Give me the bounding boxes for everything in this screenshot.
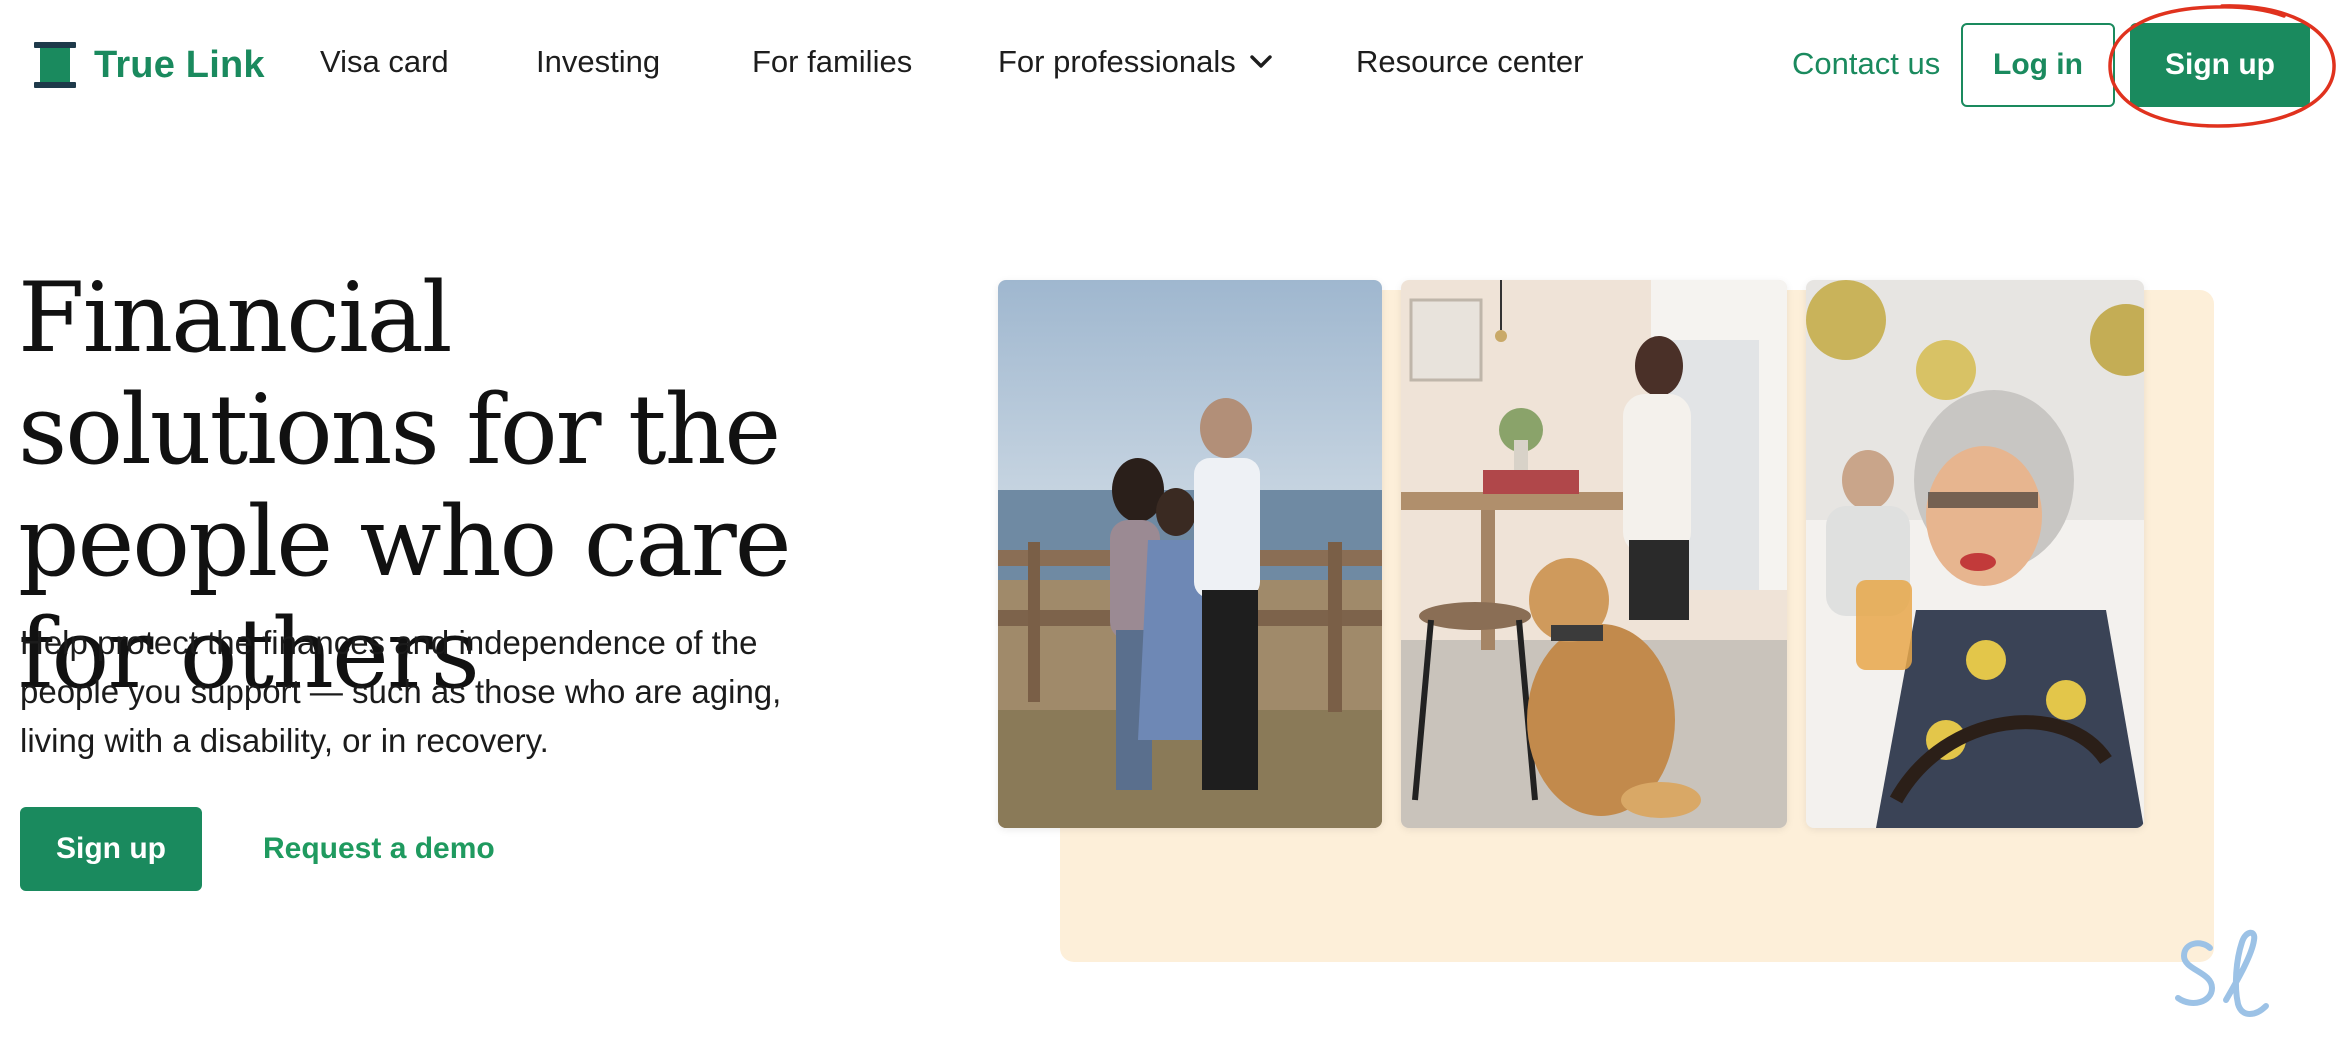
page: True Link Visa card Investing For famili… <box>0 0 2342 1058</box>
log-in-button[interactable]: Log in <box>1961 23 2115 107</box>
nav-link-for-professionals[interactable]: For professionals <box>998 44 1272 80</box>
nav-link-visa-card[interactable]: Visa card <box>320 44 449 80</box>
logo-link[interactable]: True Link <box>34 42 265 88</box>
sign-up-button-hero[interactable]: Sign up <box>20 807 202 891</box>
top-nav: True Link Visa card Investing For famili… <box>0 0 2342 132</box>
nav-link-resource-center[interactable]: Resource center <box>1356 44 1583 80</box>
brand-name: True Link <box>94 43 265 86</box>
chevron-down-icon <box>1250 55 1272 68</box>
hero-subtitle: Help protect the finances and independen… <box>20 624 782 759</box>
sign-up-button-nav[interactable]: Sign up <box>2130 23 2310 107</box>
request-demo-link[interactable]: Request a demo <box>263 832 495 866</box>
woman-guide-dog-photo <box>1401 280 1787 828</box>
older-woman-photo <box>1806 280 2144 828</box>
spool-logo-icon <box>34 42 76 88</box>
nav-link-for-families[interactable]: For families <box>752 44 912 80</box>
nav-link-investing[interactable]: Investing <box>536 44 660 80</box>
nav-link-for-professionals-label: For professionals <box>998 44 1236 79</box>
sl-watermark-icon <box>2175 929 2269 1017</box>
family-ocean-photo <box>998 280 1382 828</box>
contact-us-link[interactable]: Contact us <box>1792 46 1940 82</box>
